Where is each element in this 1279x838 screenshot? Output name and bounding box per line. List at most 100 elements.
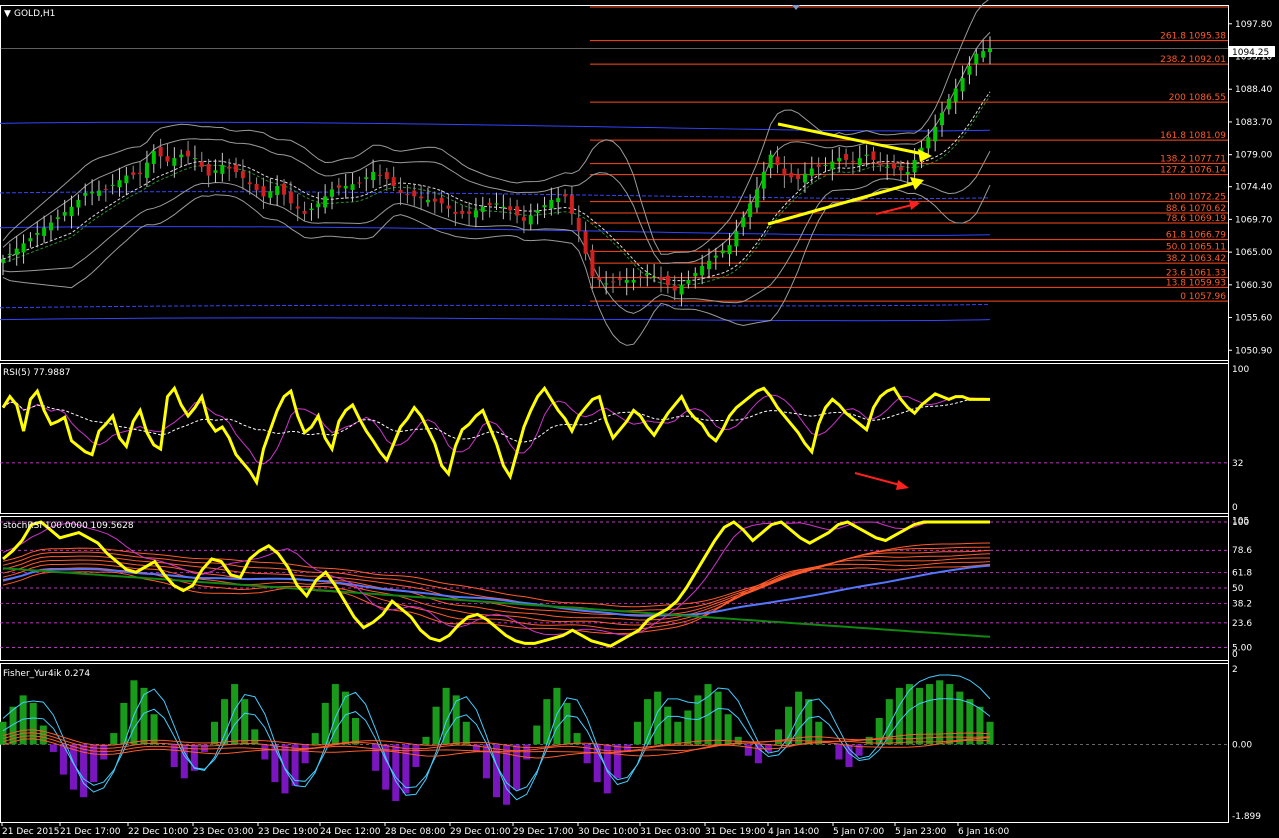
fisher-tick-label: -1.899 — [1232, 812, 1261, 822]
fisher-bar — [180, 744, 188, 779]
stoch-tick-label: 61.8 — [1232, 568, 1252, 578]
chart-canvas: 261.8 1095.38 238.2 1092.01 200 1086.55 161… — [0, 0, 1275, 837]
candle-body — [864, 154, 869, 156]
fisher-bar — [261, 744, 269, 760]
stoch-blue-line — [2, 564, 991, 617]
current-price-label: 1094.25 — [1232, 48, 1269, 58]
candle-body — [494, 203, 499, 205]
candle-body — [892, 163, 897, 169]
x-tick-label: 4 Jan 14:00 — [768, 827, 820, 837]
fisher-bar — [402, 744, 410, 794]
y-tick-label: 1065.00 — [1235, 248, 1272, 258]
candle-body — [802, 173, 807, 183]
candle-body — [76, 199, 81, 208]
candle-body — [672, 285, 677, 291]
candle-body — [172, 158, 177, 166]
y-tick-label: 1083.70 — [1235, 118, 1272, 128]
candle-body — [439, 197, 444, 204]
candle-body — [179, 154, 184, 158]
candle-body — [432, 198, 437, 202]
x-tick-label: 21 Dec 2015 — [2, 827, 60, 837]
fisher-bar — [754, 744, 762, 764]
x-tick-label: 22 Dec 10:00 — [128, 827, 189, 837]
fisher-panel[interactable] — [0, 674, 1228, 805]
candle-body — [309, 208, 314, 211]
x-tick-label: 23 Dec 03:00 — [193, 827, 254, 837]
candle-body — [213, 170, 218, 173]
fisher-bar — [774, 729, 783, 745]
stoch-ribbon-line — [2, 561, 991, 630]
candle-body — [377, 174, 382, 176]
stoch-tick-label: 78.6 — [1232, 546, 1252, 556]
y-tick-label: 1069.70 — [1235, 215, 1272, 225]
candle-body — [611, 281, 616, 283]
candle-body — [782, 168, 787, 176]
candle-body — [398, 189, 403, 193]
candle-body — [741, 217, 746, 228]
candle-body — [412, 190, 417, 197]
trendline-arrowhead-upper — [918, 149, 932, 162]
fisher-bar — [936, 680, 944, 745]
candle-body — [371, 172, 376, 180]
candle-body — [508, 206, 513, 211]
panel-menu-icon[interactable]: ▼ — [4, 9, 11, 19]
candle-body — [14, 248, 19, 255]
candle-body — [96, 190, 101, 196]
candle-body — [659, 277, 663, 280]
candle-body — [282, 183, 287, 195]
envelope-line — [0, 317, 991, 322]
fisher-bar — [90, 744, 98, 783]
rsi-panel[interactable] — [0, 385, 1228, 490]
price-panel[interactable]: 261.8 1095.38 238.2 1092.01 200 1086.55 161… — [0, 0, 1228, 346]
candle-body — [206, 164, 211, 176]
candle-body — [686, 279, 691, 284]
fib-label: 78.6 1069.19 — [1166, 214, 1226, 224]
y-tick-label: 1079.00 — [1235, 151, 1272, 161]
fisher-bar — [724, 714, 732, 745]
candle-body — [597, 277, 602, 280]
fib-label: 100 1072.25 — [1169, 193, 1226, 203]
red-arrow-rsi — [854, 472, 901, 486]
candle-body — [850, 161, 855, 163]
candle-body — [940, 112, 945, 126]
candle-body — [946, 98, 951, 110]
y-tick-label: 1060.30 — [1235, 281, 1272, 291]
candle-body — [316, 203, 321, 208]
x-tick-label: 6 Jan 16:00 — [958, 827, 1010, 837]
x-tick-label: 23 Dec 19:00 — [258, 827, 319, 837]
stochrsi-panel[interactable] — [0, 520, 1228, 648]
fisher-bar — [533, 725, 541, 745]
candle-body — [343, 185, 348, 189]
candle-body — [69, 206, 74, 217]
candle-body — [768, 154, 773, 169]
stoch-tick-label: 100 — [1232, 518, 1249, 528]
bollinger-band — [2, 150, 991, 314]
candle-body — [110, 184, 115, 186]
candle-body — [131, 172, 136, 175]
fisher-bar — [29, 702, 37, 745]
candle-body — [604, 283, 609, 285]
candle-body — [240, 171, 245, 179]
trendline-lower — [767, 180, 919, 226]
y-tick-label: 1074.40 — [1235, 183, 1272, 193]
fisher-bar — [915, 687, 924, 745]
candle-body — [254, 183, 259, 191]
candle-body — [302, 210, 307, 214]
x-tick-label: 21 Dec 17:00 — [60, 827, 121, 837]
rsi-tick-label: 32 — [1232, 459, 1243, 469]
fib-label: 61.8 1066.79 — [1166, 231, 1226, 241]
candle-body — [816, 164, 821, 167]
x-tick-label: 31 Dec 19:00 — [705, 827, 766, 837]
candle-body — [912, 159, 917, 173]
rsi-tick-label: 0 — [1232, 503, 1238, 513]
candle-body — [638, 276, 643, 278]
candle-body — [117, 180, 122, 188]
candle-body — [645, 272, 650, 275]
fisher-bar — [684, 710, 692, 745]
y-tick-label: 1088.40 — [1235, 85, 1272, 95]
candle-body — [446, 205, 451, 209]
candle-body — [90, 191, 95, 194]
candle-body — [981, 51, 986, 58]
fisher-bar — [210, 721, 219, 745]
candle-body — [275, 185, 280, 195]
